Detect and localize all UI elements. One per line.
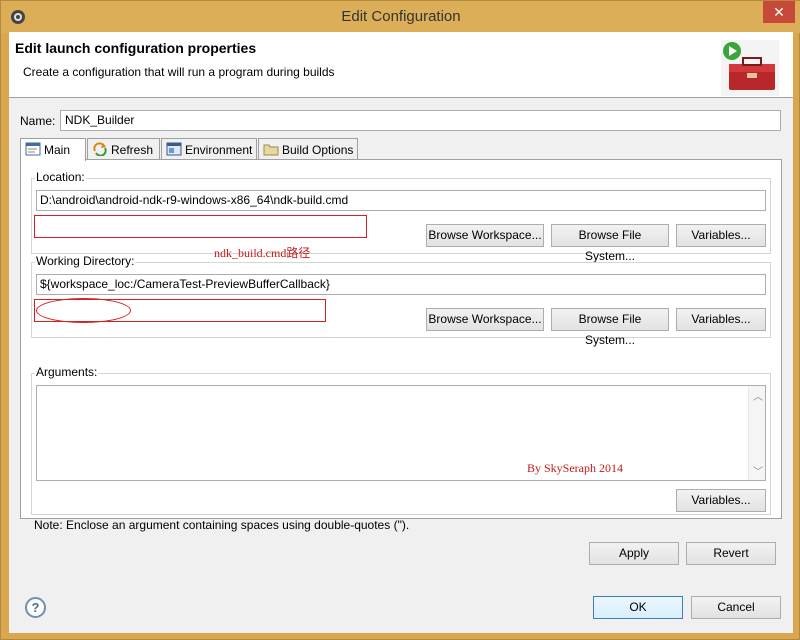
tab-main-label: Main	[44, 143, 71, 157]
close-button[interactable]: ✕	[763, 1, 795, 23]
location-highlight-box	[34, 215, 367, 238]
working-directory-label: Working Directory:	[35, 254, 136, 268]
location-annotation: ndk_build.cmd路径	[214, 246, 311, 260]
working-directory-browse-file-system-button[interactable]: Browse File System...	[551, 308, 669, 347]
working-directory-browse-workspace-button[interactable]: Browse Workspace...	[426, 308, 544, 331]
apply-button[interactable]: Apply	[589, 542, 679, 565]
main-tab-icon	[25, 142, 41, 156]
title-bar[interactable]: Edit Configuration ✕	[1, 1, 800, 33]
folder-icon	[263, 144, 279, 156]
toolbox-run-icon	[721, 40, 779, 96]
location-input[interactable]: D:\android\android-ndk-r9-windows-x86_64…	[36, 190, 766, 211]
dialog-window: Edit Configuration ✕ Edit launch configu…	[0, 0, 800, 640]
arguments-scrollbar[interactable]: ︿ ﹀	[748, 386, 765, 480]
location-browse-file-system-button[interactable]: Browse File System...	[551, 224, 669, 263]
ok-button[interactable]: OK	[593, 596, 683, 619]
tab-environment[interactable]: Environment	[161, 138, 257, 160]
name-label: Name:	[20, 114, 56, 128]
tab-refresh[interactable]: Refresh	[87, 138, 160, 160]
watermark-text: By SkySeraph 2014	[527, 461, 623, 475]
revert-button[interactable]: Revert	[686, 542, 776, 565]
arguments-variables-button[interactable]: Variables...	[676, 489, 766, 512]
dialog-client-area: Edit launch configuration properties Cre…	[9, 32, 793, 633]
arguments-label: Arguments:	[35, 365, 99, 379]
arguments-textarea[interactable]: ︿ ﹀	[36, 385, 766, 481]
dialog-header: Edit launch configuration properties Cre…	[9, 32, 793, 98]
environment-icon	[166, 142, 182, 156]
help-icon[interactable]: ?	[25, 597, 46, 618]
location-label: Location:	[35, 170, 86, 184]
header-title: Edit launch configuration properties	[15, 40, 257, 56]
working-directory-input[interactable]: ${workspace_loc:/CameraTest-PreviewBuffe…	[36, 274, 766, 295]
refresh-icon	[93, 142, 107, 156]
cancel-button[interactable]: Cancel	[691, 596, 781, 619]
header-description: Create a configuration that will run a p…	[23, 65, 335, 79]
window-title: Edit Configuration	[341, 8, 461, 25]
scroll-up-icon[interactable]: ︿	[753, 388, 763, 403]
name-input[interactable]: NDK_Builder	[60, 110, 781, 131]
arguments-group: Arguments: ︿ ﹀ By SkySeraph 2014 Variabl…	[31, 365, 771, 515]
main-tab-panel: Location: D:\android\android-ndk-r9-wind…	[20, 159, 782, 532]
scroll-down-icon[interactable]: ﹀	[753, 463, 763, 478]
location-browse-workspace-button[interactable]: Browse Workspace...	[426, 224, 544, 247]
arguments-note: Note: Enclose an argument containing spa…	[34, 518, 410, 532]
tab-build-options-label: Build Options	[282, 143, 354, 157]
workspace-loc-highlight-ellipse	[36, 298, 131, 323]
working-directory-variables-button[interactable]: Variables...	[676, 308, 766, 331]
tab-environment-label: Environment	[185, 143, 253, 157]
location-variables-button[interactable]: Variables...	[676, 224, 766, 247]
tab-refresh-label: Refresh	[111, 143, 154, 157]
tab-main[interactable]: Main	[20, 138, 86, 161]
tab-build-options[interactable]: Build Options	[258, 138, 358, 160]
